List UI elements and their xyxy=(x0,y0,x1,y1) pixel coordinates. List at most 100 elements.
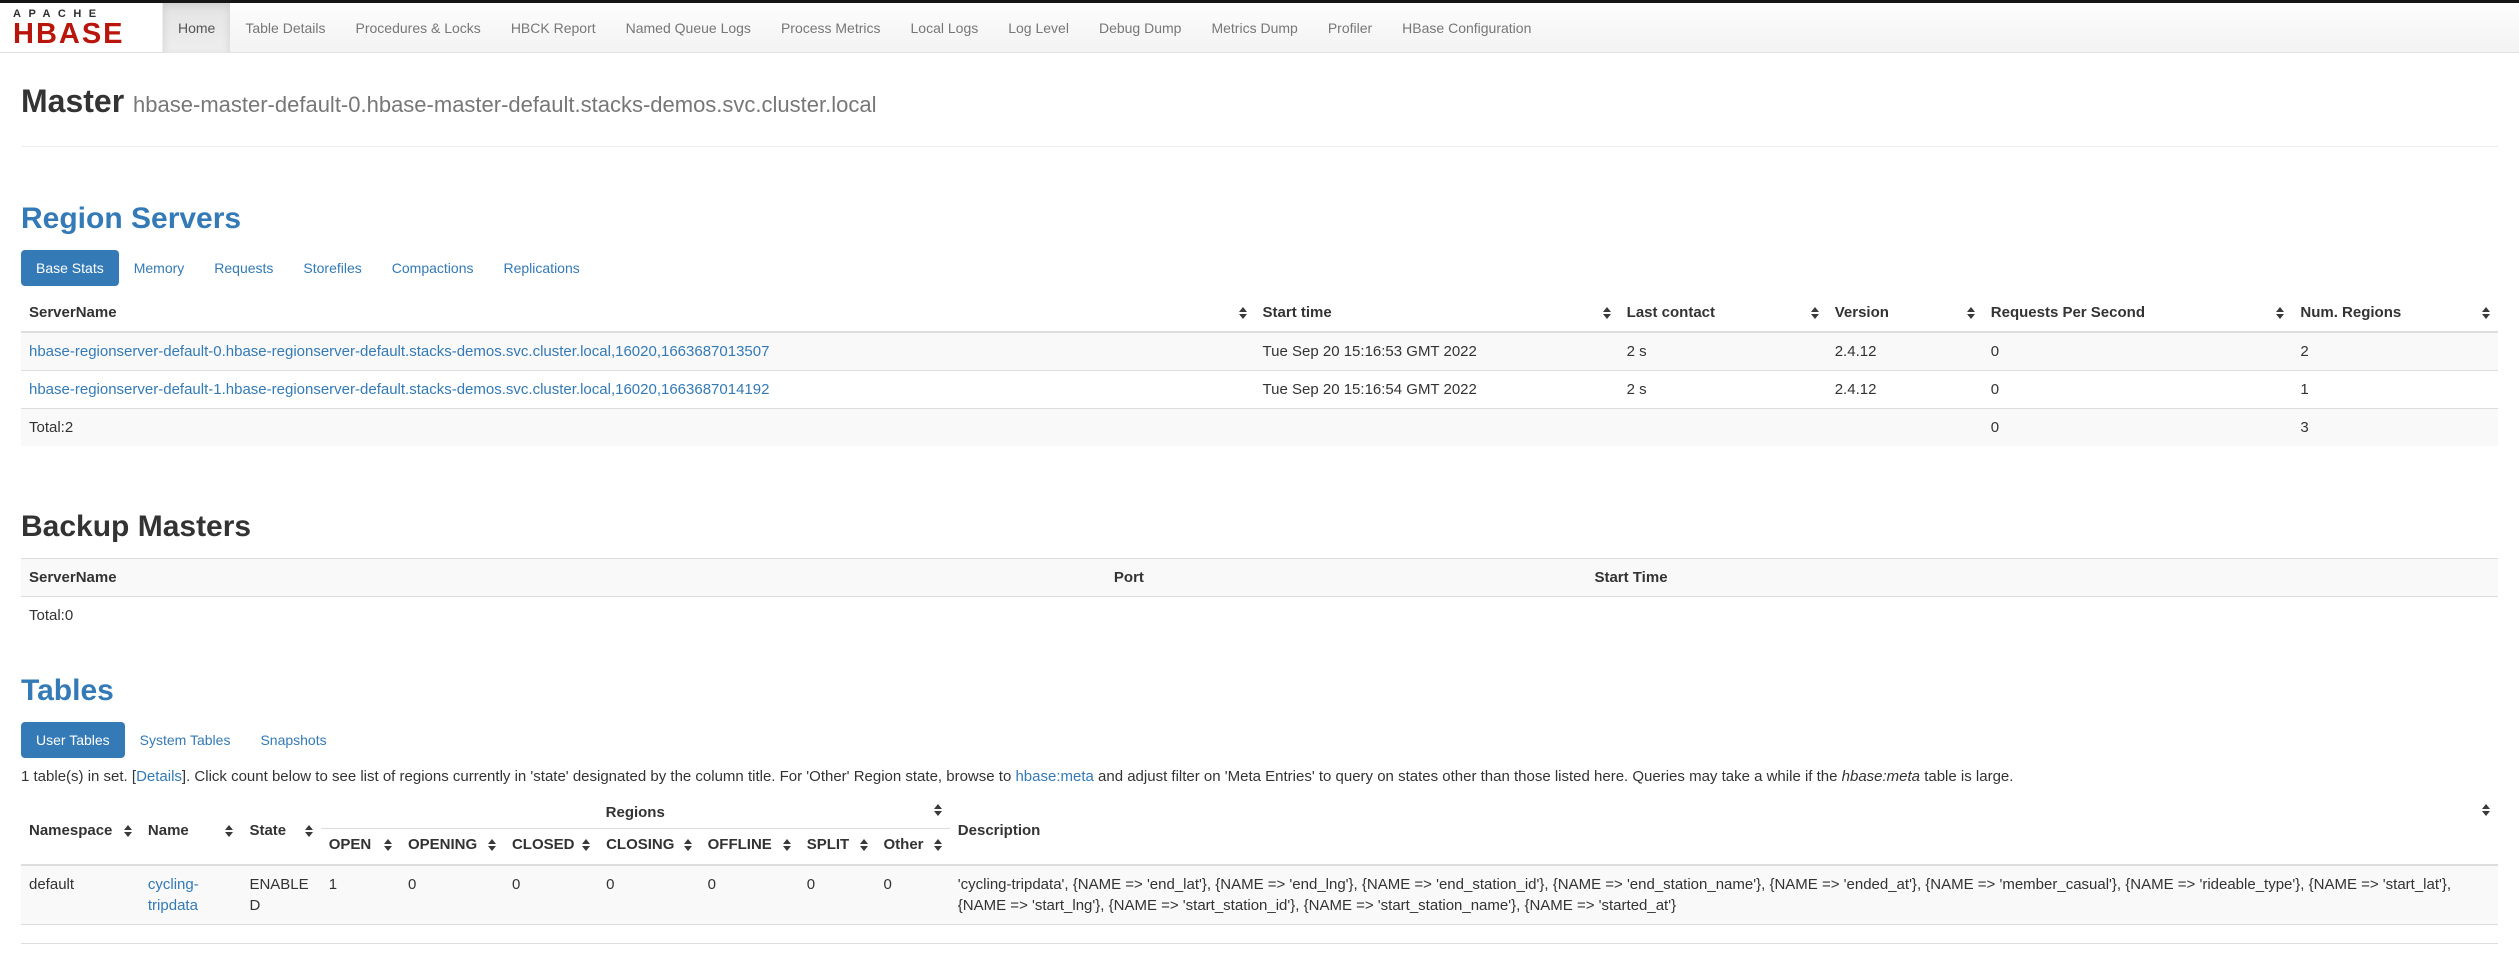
hbase-meta-link[interactable]: hbase:meta xyxy=(1015,768,1093,785)
nav-link-named-queue-logs[interactable]: Named Queue Logs xyxy=(611,3,766,53)
bottom-divider xyxy=(21,943,2498,944)
cell-num-regions: 2 xyxy=(2292,332,2498,371)
tab-base-stats: Base Stats xyxy=(21,250,119,286)
col-last-contact[interactable]: Last contact xyxy=(1619,294,1827,332)
sort-icon[interactable] xyxy=(2482,307,2490,319)
regionserver-link[interactable]: hbase-regionserver-default-1.hbase-regio… xyxy=(29,381,769,398)
backup-masters-header-row: ServerName Port Start Time xyxy=(21,559,2498,597)
col-other[interactable]: Other xyxy=(876,829,950,866)
sort-icon[interactable] xyxy=(1603,307,1611,319)
tab-snapshots: Snapshots xyxy=(245,722,341,758)
col-requests-per-second[interactable]: Requests Per Second xyxy=(1983,294,2293,332)
sort-icon[interactable] xyxy=(934,804,942,816)
nav-item-process-metrics: Process Metrics xyxy=(766,3,896,52)
col-opening[interactable]: OPENING xyxy=(400,829,504,866)
tab-link-storefiles[interactable]: Storefiles xyxy=(288,250,376,286)
col-version[interactable]: Version xyxy=(1827,294,1983,332)
sort-icon[interactable] xyxy=(860,839,868,851)
col-servername-label: ServerName xyxy=(29,302,117,323)
sort-icon[interactable] xyxy=(684,839,692,851)
table-name-link[interactable]: cycling-tripdata xyxy=(148,876,199,914)
col-open[interactable]: OPEN xyxy=(321,829,400,866)
total-row: Total:2 0 3 xyxy=(21,409,2498,447)
tab-link-replications[interactable]: Replications xyxy=(488,250,594,286)
backup-total-label: Total:0 xyxy=(21,597,1106,635)
nav-link-home[interactable]: Home xyxy=(163,3,230,53)
col-namespace[interactable]: Namespace xyxy=(21,797,140,865)
col-num-regions[interactable]: Num. Regions xyxy=(2292,294,2498,332)
sort-icon[interactable] xyxy=(124,825,132,837)
sort-icon[interactable] xyxy=(225,825,233,837)
col-open-label: OPEN xyxy=(329,834,372,855)
master-hostname: hbase-master-default-0.hbase-master-defa… xyxy=(133,92,876,117)
sort-icon[interactable] xyxy=(1239,307,1247,319)
col-start-time[interactable]: Start time xyxy=(1255,294,1619,332)
offline-count-link[interactable]: 0 xyxy=(708,876,716,893)
tab-link-memory[interactable]: Memory xyxy=(119,250,200,286)
col-group-regions[interactable]: Regions xyxy=(321,797,950,829)
cell-rps: 0 xyxy=(1983,371,2293,409)
tables-heading: Tables xyxy=(21,674,2498,708)
page-title: Master hbase-master-default-0.hbase-mast… xyxy=(21,83,2498,147)
master-title: Master xyxy=(21,83,124,119)
tab-link-base-stats[interactable]: Base Stats xyxy=(21,250,119,286)
tab-memory: Memory xyxy=(119,250,200,286)
table-row: hbase-regionserver-default-0.hbase-regio… xyxy=(21,332,2498,371)
nav-link-process-metrics[interactable]: Process Metrics xyxy=(766,3,896,53)
total-label: Total:2 xyxy=(21,409,1255,447)
cell-start-time: Tue Sep 20 15:16:54 GMT 2022 xyxy=(1255,371,1619,409)
tab-link-requests[interactable]: Requests xyxy=(199,250,288,286)
nav-link-procedures-locks[interactable]: Procedures & Locks xyxy=(341,3,496,53)
tab-requests: Requests xyxy=(199,250,288,286)
hbase-logo[interactable]: APACHE HBASE xyxy=(0,3,163,52)
tab-link-compactions[interactable]: Compactions xyxy=(377,250,489,286)
nav-link-log-level[interactable]: Log Level xyxy=(993,3,1084,53)
sort-icon[interactable] xyxy=(384,839,392,851)
col-split-label: SPLIT xyxy=(807,834,850,855)
col-name-label: Name xyxy=(148,820,189,841)
regionserver-link[interactable]: hbase-regionserver-default-0.hbase-regio… xyxy=(29,343,769,360)
split-count-link[interactable]: 0 xyxy=(807,876,815,893)
tab-link-system-tables[interactable]: System Tables xyxy=(125,722,246,758)
other-count-link[interactable]: 0 xyxy=(884,876,892,893)
details-link[interactable]: Details xyxy=(136,768,182,785)
sort-icon[interactable] xyxy=(1811,307,1819,319)
nav-link-hbase-configuration[interactable]: HBase Configuration xyxy=(1387,3,1546,53)
region-servers-table: ServerName Start time Last contact Versi… xyxy=(21,294,2498,446)
col-description-label: Description xyxy=(958,822,1041,839)
tab-link-snapshots[interactable]: Snapshots xyxy=(245,722,341,758)
sort-icon[interactable] xyxy=(305,825,313,837)
closed-count-link[interactable]: 0 xyxy=(512,876,520,893)
opening-count-link[interactable]: 0 xyxy=(408,876,416,893)
nav-link-debug-dump[interactable]: Debug Dump xyxy=(1084,3,1197,53)
tab-link-user-tables[interactable]: User Tables xyxy=(21,722,125,758)
note-text: ]. Click count below to see list of regi… xyxy=(182,768,1016,785)
sort-icon[interactable] xyxy=(582,839,590,851)
col-servername[interactable]: ServerName xyxy=(21,294,1255,332)
sort-icon[interactable] xyxy=(934,839,942,851)
sort-icon[interactable] xyxy=(783,839,791,851)
col-offline[interactable]: OFFLINE xyxy=(700,829,799,866)
closing-count-link[interactable]: 0 xyxy=(606,876,614,893)
nav-link-metrics-dump[interactable]: Metrics Dump xyxy=(1196,3,1312,53)
sort-icon[interactable] xyxy=(2482,804,2490,816)
nav-link-profiler[interactable]: Profiler xyxy=(1313,3,1387,53)
sort-icon[interactable] xyxy=(2276,307,2284,319)
sort-icon[interactable] xyxy=(488,839,496,851)
cell-version: 2.4.12 xyxy=(1827,332,1983,371)
col-closing[interactable]: CLOSING xyxy=(598,829,700,866)
total-num-regions: 3 xyxy=(2292,409,2498,447)
col-split[interactable]: SPLIT xyxy=(799,829,876,866)
table-row: default cycling-tripdata ENABLED 1 0 0 0… xyxy=(21,865,2498,925)
tab-system-tables: System Tables xyxy=(125,722,246,758)
col-state[interactable]: State xyxy=(241,797,320,865)
col-closed[interactable]: CLOSED xyxy=(504,829,598,866)
sort-icon[interactable] xyxy=(1967,307,1975,319)
open-count-link[interactable]: 1 xyxy=(329,876,337,893)
nav-item-hbck-report: HBCK Report xyxy=(496,3,611,52)
nav-link-table-details[interactable]: Table Details xyxy=(230,3,340,53)
col-description[interactable]: Description xyxy=(950,797,2498,865)
nav-link-hbck-report[interactable]: HBCK Report xyxy=(496,3,611,53)
col-name[interactable]: Name xyxy=(140,797,242,865)
nav-link-local-logs[interactable]: Local Logs xyxy=(896,3,994,53)
